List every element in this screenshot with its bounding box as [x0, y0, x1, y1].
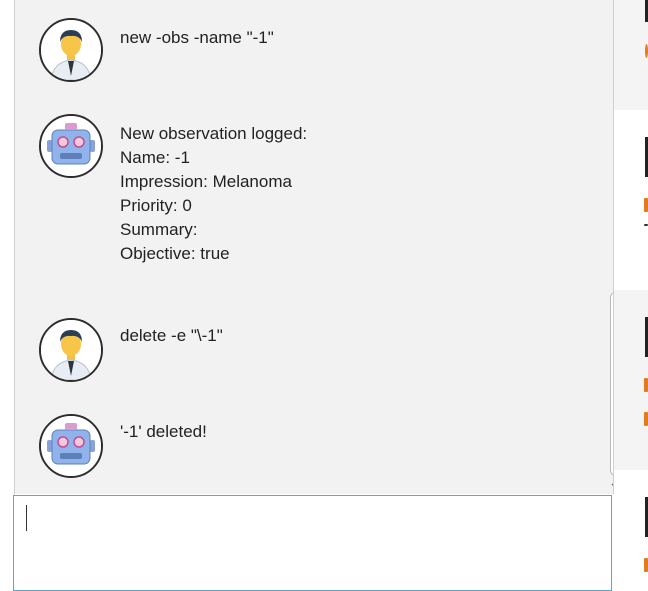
side-card-accent	[644, 412, 648, 426]
chat-message-text: New observation logged: Name: -1 Impress…	[120, 124, 308, 263]
text-caret	[26, 505, 27, 531]
side-card[interactable]	[614, 0, 648, 110]
robot-avatar-icon	[39, 414, 103, 478]
side-card-accent	[644, 224, 648, 226]
chat-message-text: delete -e "\-1"	[120, 326, 223, 345]
side-card-accent	[644, 378, 648, 392]
chat-scrollbar[interactable]	[607, 0, 613, 494]
user-avatar-icon	[39, 318, 103, 382]
user-avatar-icon	[39, 18, 103, 82]
side-card[interactable]	[614, 110, 648, 290]
chat-message-text: new -obs -name "-1"	[120, 28, 274, 47]
chat-log-panel[interactable]: new -obs -name "-1" New observation logg…	[14, 0, 614, 494]
chat-message-text: '-1' deleted!	[120, 422, 207, 441]
side-card[interactable]	[614, 470, 648, 591]
robot-avatar-icon	[39, 114, 103, 178]
side-card-accent	[644, 198, 648, 212]
command-input[interactable]	[13, 495, 612, 591]
side-card[interactable]	[614, 290, 648, 470]
side-card-accent	[644, 558, 648, 572]
